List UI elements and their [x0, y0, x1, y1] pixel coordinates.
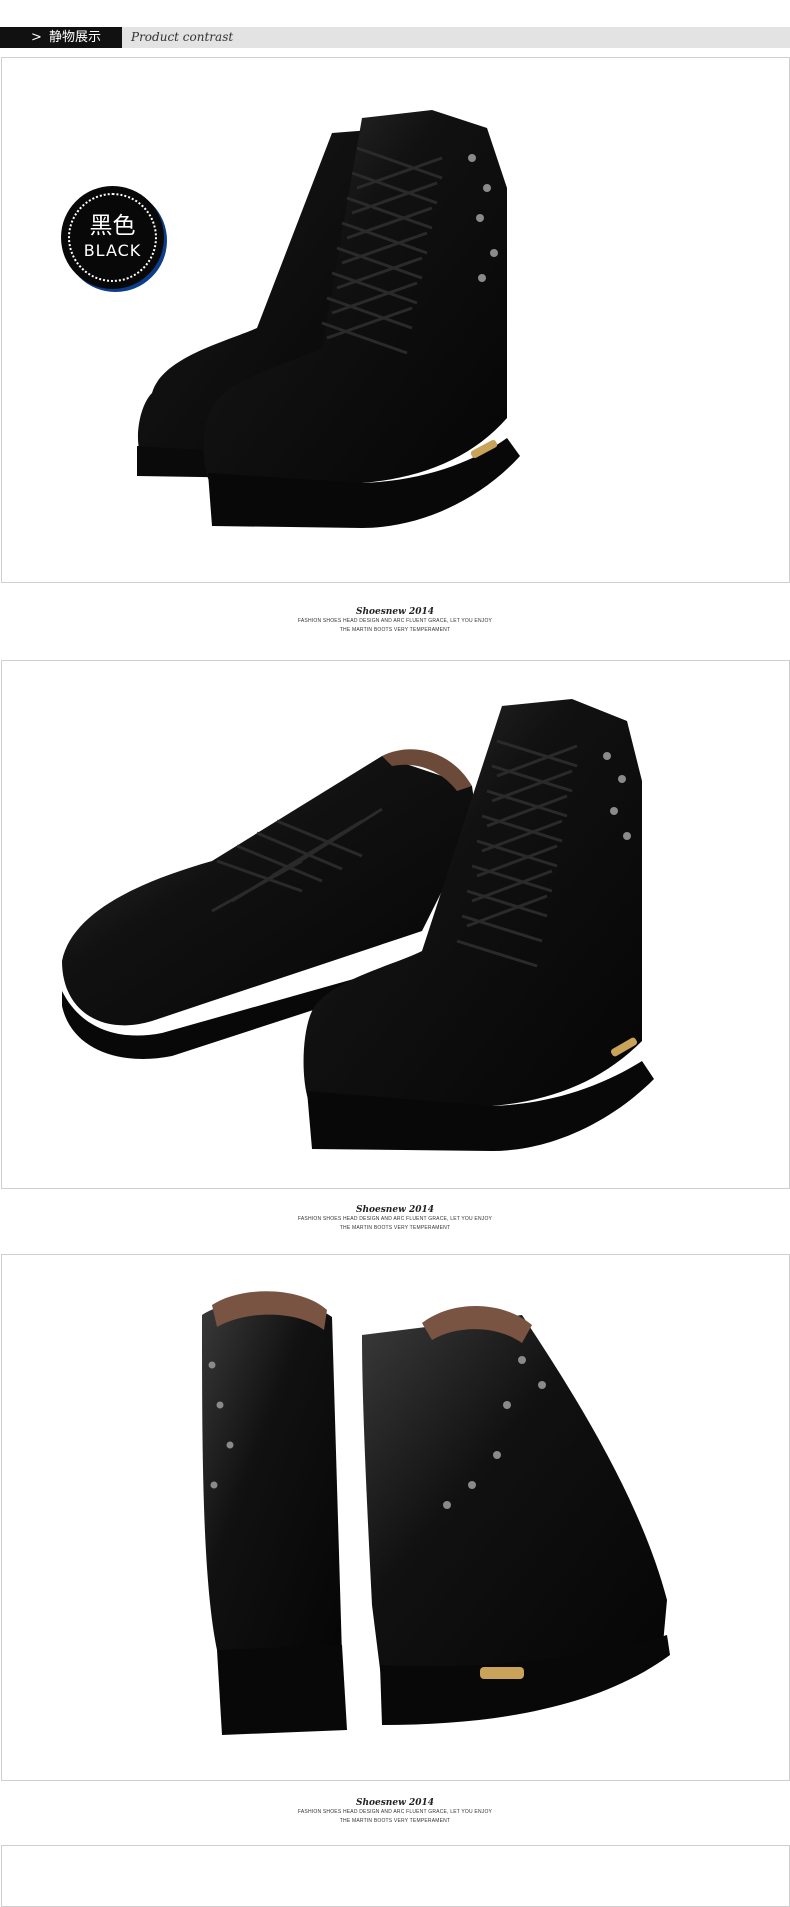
section-title: 静物展示 [49, 30, 102, 45]
caption-line-2: THE MARTIN BOOTS VERY TEMPERAMENT [339, 1225, 451, 1231]
caption-line-1: FASHION SHOES HEAD DESIGN AND ARC FLUENT… [297, 1216, 493, 1222]
caption-2: Shoesnew 2014 FASHION SHOES HEAD DESIGN … [0, 1205, 790, 1233]
product-image-frame-3 [1, 1254, 790, 1781]
chevron-right-icon: > [31, 30, 42, 45]
section-header: > 静物展示 Product contrast [0, 27, 790, 48]
caption-signature: Shoesnew 2014 [355, 607, 435, 617]
boots-back-view-icon [202, 1291, 670, 1735]
boots-front-view-icon [137, 110, 520, 528]
boots-side-view-icon [62, 699, 654, 1151]
caption-1: Shoesnew 2014 FASHION SHOES HEAD DESIGN … [0, 607, 790, 635]
badge-color-en: BLACK [83, 241, 142, 260]
caption-signature: Shoesnew 2014 [355, 1205, 435, 1215]
section-tab: > 静物展示 [0, 27, 122, 48]
product-image-frame-1: 黑色 BLACK [1, 57, 790, 583]
caption-3: Shoesnew 2014 FASHION SHOES HEAD DESIGN … [0, 1798, 790, 1826]
caption-line-2: THE MARTIN BOOTS VERY TEMPERAMENT [339, 627, 451, 633]
caption-line-1: FASHION SHOES HEAD DESIGN AND ARC FLUENT… [297, 618, 493, 624]
product-image-frame-4 [1, 1845, 790, 1907]
caption-line-2: THE MARTIN BOOTS VERY TEMPERAMENT [339, 1818, 451, 1824]
badge-color-cn: 黑色 [89, 213, 136, 239]
product-image-frame-2 [1, 660, 790, 1189]
section-subtitle: Product contrast [131, 30, 234, 44]
caption-signature: Shoesnew 2014 [355, 1798, 435, 1808]
color-badge: 黑色 BLACK [61, 186, 164, 289]
caption-line-1: FASHION SHOES HEAD DESIGN AND ARC FLUENT… [297, 1809, 493, 1815]
